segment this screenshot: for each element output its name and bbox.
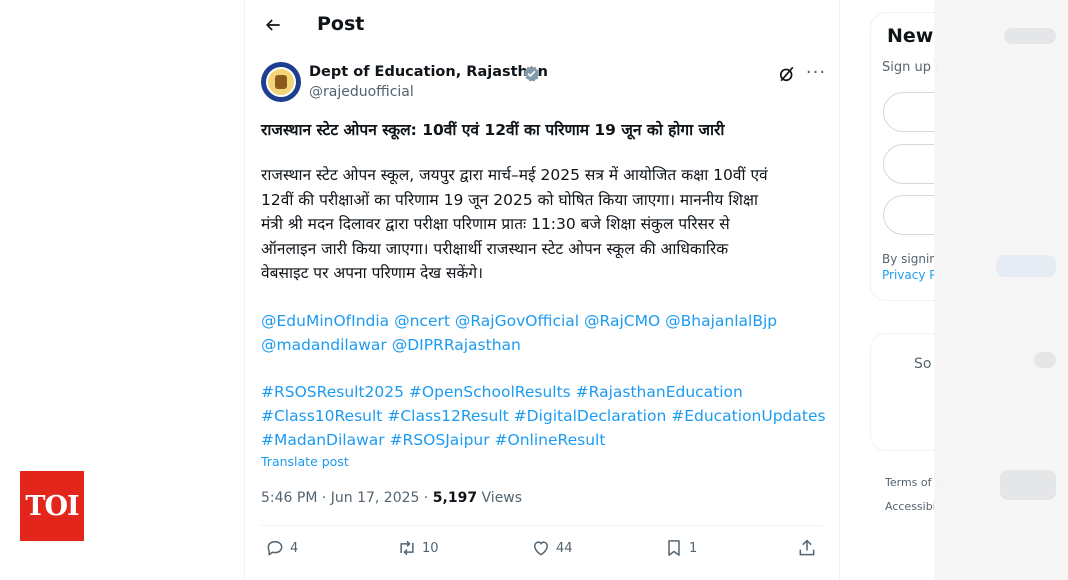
repost-icon [400, 540, 414, 556]
heart-icon [533, 541, 549, 556]
blurred-overlay [934, 0, 1068, 580]
post-body: राजस्थान स्टेट ओपन स्कूल, जयपुर द्वारा म… [261, 163, 826, 286]
post-meta: 5:46 PM · Jun 17, 2025 · 5,197 Views [261, 490, 522, 506]
hashtags-block: #RSOSResult2025 #OpenSchoolResults #Raja… [261, 380, 831, 452]
signup-subtitle: Sign up r [882, 60, 941, 75]
ghost-block [1000, 470, 1056, 500]
sidebar-card-text: So [914, 356, 932, 372]
hashtag-link[interactable]: #Class10Result [261, 407, 382, 425]
hashtag-link[interactable]: #EducationUpdates [671, 407, 825, 425]
privacy-policy-link[interactable]: Privacy P [882, 267, 937, 283]
back-arrow-icon [265, 19, 280, 31]
post-author: Dept of Education, Rajasthan @rajeduoffi… [261, 62, 826, 104]
signup-title: New [887, 25, 934, 47]
post-title-line: राजस्थान स्टेट ओपन स्कूल: 10वीं एवं 12वी… [261, 121, 725, 139]
toi-logo: TOI [20, 471, 84, 541]
mention-link[interactable]: @DIPRRajasthan [392, 336, 521, 354]
hashtag-link[interactable]: #OpenSchoolResults [409, 383, 571, 401]
body-line: राजस्थान स्टेट ओपन स्कूल, जयपुर द्वारा म… [261, 166, 768, 184]
signup-legal-text: By signin Privacy P [882, 251, 937, 283]
action-bar: 4 10 44 1 [261, 535, 826, 565]
hashtag-link[interactable]: #RajasthanEducation [576, 383, 743, 401]
page-title: Post [317, 13, 365, 35]
views-count: 5,197 [432, 490, 478, 506]
body-line: मंत्री श्री मदन दिलावर द्वारा परीक्षा पर… [261, 215, 730, 233]
verified-badge-icon [523, 65, 540, 82]
mentions-block: @EduMinOfIndia @ncert @RajGovOfficial @R… [261, 309, 831, 357]
hashtag-link[interactable]: #OnlineResult [495, 431, 606, 449]
body-line: ऑनलाइन जारी किया जाएगा। परीक्षार्थी राजस… [261, 239, 729, 258]
hashtag-link[interactable]: #RSOSJaipur [390, 431, 490, 449]
author-handle[interactable]: @rajeduofficial [309, 84, 414, 100]
more-options-icon[interactable]: ··· [804, 62, 828, 86]
repost-button[interactable]: 10 [397, 538, 439, 558]
mention-link[interactable]: @ncert [394, 312, 450, 330]
hashtag-link[interactable]: #Class12Result [387, 407, 508, 425]
mention-link[interactable]: @RajGovOfficial [455, 312, 579, 330]
hashtag-link[interactable]: #MadanDilawar [261, 431, 385, 449]
mention-link[interactable]: @BhajanlalBjp [665, 312, 777, 330]
bookmark-count: 1 [689, 540, 698, 556]
mention-link[interactable]: @EduMinOfIndia [261, 312, 389, 330]
back-button[interactable] [257, 9, 289, 41]
bookmark-icon [668, 540, 680, 556]
hashtag-link[interactable]: #DigitalDeclaration [514, 407, 667, 425]
body-line: 12वीं की परीक्षाओं का परिणाम 19 जून 2025… [261, 190, 758, 209]
mention-link[interactable]: @madandilawar [261, 336, 387, 354]
author-name[interactable]: Dept of Education, Rajasthan [309, 64, 548, 80]
like-count: 44 [556, 540, 573, 556]
ghost-block [1034, 352, 1056, 368]
timeline-border-right [839, 0, 840, 580]
hashtag-link[interactable]: #RSOSResult2025 [261, 383, 404, 401]
mention-link[interactable]: @RajCMO [584, 312, 660, 330]
reply-icon [267, 541, 283, 556]
body-line: वेबसाइट पर अपना परिणाम देख सकेंगे। [261, 264, 483, 282]
ghost-block [1004, 28, 1056, 44]
bookmark-button[interactable]: 1 [664, 538, 697, 558]
emblem-icon [266, 67, 296, 97]
post-timestamp[interactable]: 5:46 PM · Jun 17, 2025 · [261, 490, 433, 506]
repost-count: 10 [422, 540, 439, 556]
grok-icon[interactable] [777, 64, 797, 84]
reply-count: 4 [290, 540, 299, 556]
like-button[interactable]: 44 [531, 538, 573, 558]
share-icon [799, 539, 815, 556]
avatar[interactable] [261, 62, 301, 102]
divider [261, 525, 823, 526]
views-label: Views [477, 490, 523, 506]
translate-post-link[interactable]: Translate post [261, 454, 349, 469]
legal-line: By signin [882, 252, 937, 266]
reply-button[interactable]: 4 [265, 538, 298, 558]
ghost-block [996, 255, 1056, 277]
post-header: Post [245, 0, 839, 50]
timeline-border-left [244, 0, 245, 580]
share-button[interactable] [797, 538, 817, 558]
